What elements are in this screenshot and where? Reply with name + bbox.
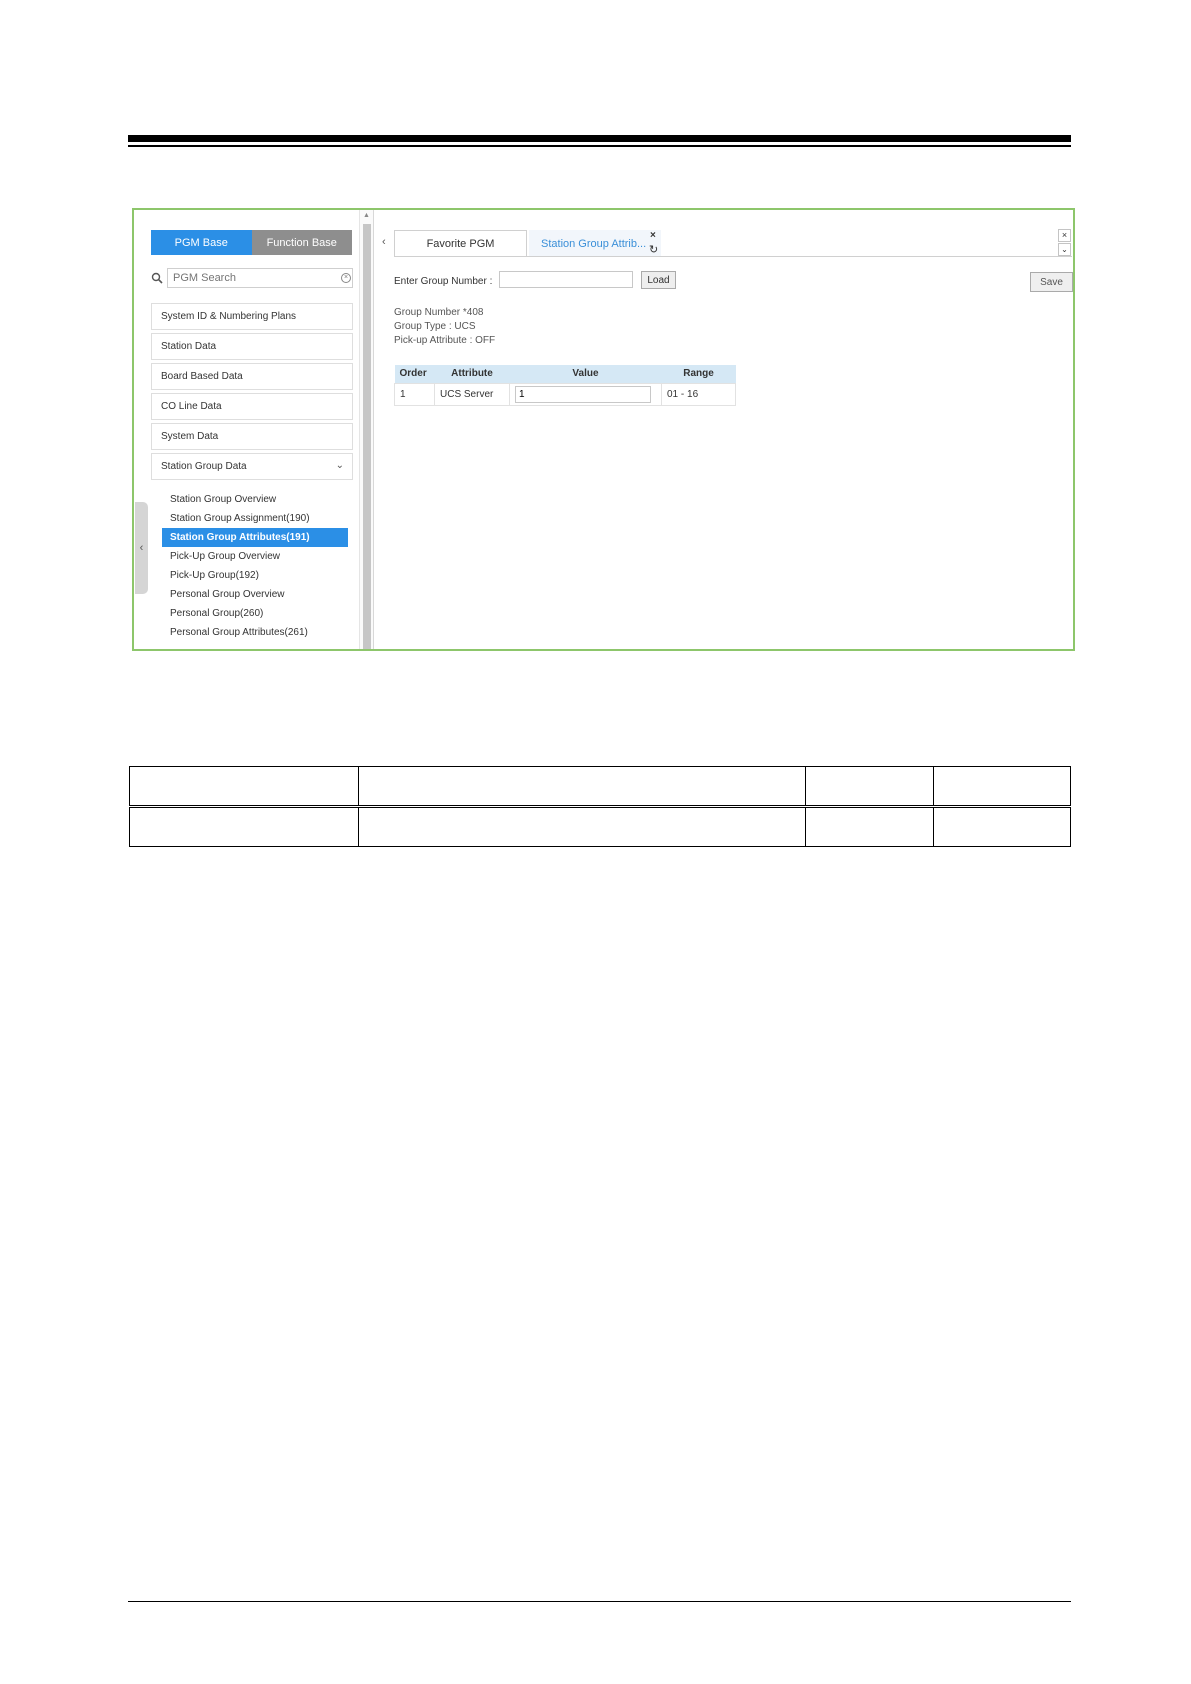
submenu-item-pickup-group[interactable]: Pick-Up Group(192) — [162, 566, 348, 585]
menu-item-station-data[interactable]: Station Data — [151, 333, 353, 360]
menu-item-label: System Data — [161, 431, 219, 442]
table-row — [129, 805, 1071, 847]
document-table — [129, 766, 1071, 847]
table-cell — [805, 766, 934, 807]
header-rule-thin — [128, 145, 1071, 147]
close-tab-icon[interactable]: × — [650, 230, 656, 241]
tab-divider — [394, 256, 1072, 257]
base-toggle: PGM Base Function Base — [151, 230, 352, 255]
menu-item-label: CO Line Data — [161, 401, 222, 412]
table-cell — [358, 805, 806, 847]
submenu-item-station-group-overview[interactable]: Station Group Overview — [162, 490, 348, 509]
chevron-left-icon: ‹ — [139, 542, 144, 554]
table-row: 1 UCS Server 01 - 16 — [394, 382, 736, 406]
tab-label: Favorite PGM — [426, 238, 495, 250]
table-header-row — [129, 766, 1071, 807]
group-info: Group Number *408 Group Type : UCS Pick-… — [394, 306, 495, 348]
table-cell — [129, 766, 359, 807]
column-header-order: Order — [394, 365, 435, 383]
scrollbar-thumb[interactable] — [363, 224, 371, 649]
menu-item-label: Station Group Data — [161, 461, 247, 472]
tab-favorite-pgm[interactable]: Favorite PGM — [394, 230, 527, 257]
chevron-left-icon[interactable]: ‹ — [382, 236, 386, 248]
pgm-search-input[interactable] — [167, 268, 353, 288]
menu-item-label: Board Based Data — [161, 371, 243, 382]
submenu-item-personal-group-attributes[interactable]: Personal Group Attributes(261) — [162, 623, 348, 642]
left-panel: ‹ PGM Base Function Base × System ID & N… — [134, 210, 359, 649]
submenu-item-station-group-attributes[interactable]: Station Group Attributes(191) — [162, 528, 348, 547]
screenshot-frame: ‹ PGM Base Function Base × System ID & N… — [132, 208, 1075, 651]
tab-station-group-attributes[interactable]: Station Group Attrib... — [529, 230, 661, 257]
refresh-icon[interactable]: ↻ — [649, 243, 658, 256]
pickup-attribute-text: Pick-up Attribute : OFF — [394, 335, 496, 346]
table-cell — [129, 805, 359, 847]
group-number-text: Group Number *408 — [394, 307, 484, 318]
group-number-input[interactable] — [499, 271, 633, 288]
header-rule-thick — [128, 135, 1071, 142]
collapse-panel-handle[interactable]: ‹ — [135, 502, 148, 594]
pgm-menu: System ID & Numbering Plans Station Data… — [151, 303, 353, 483]
menu-item-system-data[interactable]: System Data — [151, 423, 353, 450]
order-cell: 1 — [394, 382, 435, 406]
chevron-down-icon: ⌄ — [335, 460, 344, 471]
ucs-server-value-input[interactable] — [515, 385, 651, 403]
submenu-item-personal-group-overview[interactable]: Personal Group Overview — [162, 585, 348, 604]
pgm-base-button[interactable]: PGM Base — [151, 230, 252, 255]
menu-item-station-group-data[interactable]: Station Group Data ⌄ — [151, 453, 353, 480]
submenu-item-personal-group[interactable]: Personal Group(260) — [162, 604, 348, 623]
content-panel: ‹ Favorite PGM Station Group Attrib... ×… — [373, 210, 1073, 649]
menu-item-label: System ID & Numbering Plans — [161, 311, 297, 322]
table-header-row: Order Attribute Value Range — [394, 365, 736, 383]
close-all-icon[interactable]: × — [1058, 229, 1071, 242]
clear-search-icon[interactable]: × — [341, 273, 351, 283]
left-panel-scrollbar[interactable]: ▲ — [359, 210, 373, 649]
value-cell — [509, 382, 662, 406]
submenu-item-pickup-group-overview[interactable]: Pick-Up Group Overview — [162, 547, 348, 566]
menu-item-co-line-data[interactable]: CO Line Data — [151, 393, 353, 420]
scroll-up-icon[interactable]: ▲ — [363, 212, 370, 219]
range-cell: 01 - 16 — [661, 382, 736, 406]
column-header-attribute: Attribute — [434, 365, 510, 383]
group-number-label: Enter Group Number : — [394, 276, 493, 287]
tab-label: Station Group Attrib... — [541, 237, 647, 250]
table-cell — [933, 805, 1071, 847]
table-cell — [805, 805, 934, 847]
search-icon — [151, 272, 163, 284]
column-header-value: Value — [509, 365, 662, 383]
attribute-cell: UCS Server — [434, 382, 510, 406]
table-cell — [358, 766, 806, 807]
table-cell — [933, 766, 1071, 807]
footer-rule — [128, 1601, 1071, 1602]
submenu-item-station-group-assignment[interactable]: Station Group Assignment(190) — [162, 509, 348, 528]
station-group-submenu: Station Group Overview Station Group Ass… — [162, 490, 348, 642]
attribute-table: Order Attribute Value Range 1 UCS Server… — [394, 365, 736, 406]
column-header-range: Range — [661, 365, 736, 383]
menu-item-board-based-data[interactable]: Board Based Data — [151, 363, 353, 390]
load-button[interactable]: Load — [641, 271, 676, 289]
function-base-button[interactable]: Function Base — [251, 230, 352, 255]
menu-item-label: Station Data — [161, 341, 217, 352]
chevron-down-icon[interactable]: ⌄ — [1058, 243, 1071, 256]
save-button[interactable]: Save — [1030, 272, 1073, 292]
menu-item-system-id-numbering-plans[interactable]: System ID & Numbering Plans — [151, 303, 353, 330]
group-type-text: Group Type : UCS — [394, 321, 476, 332]
